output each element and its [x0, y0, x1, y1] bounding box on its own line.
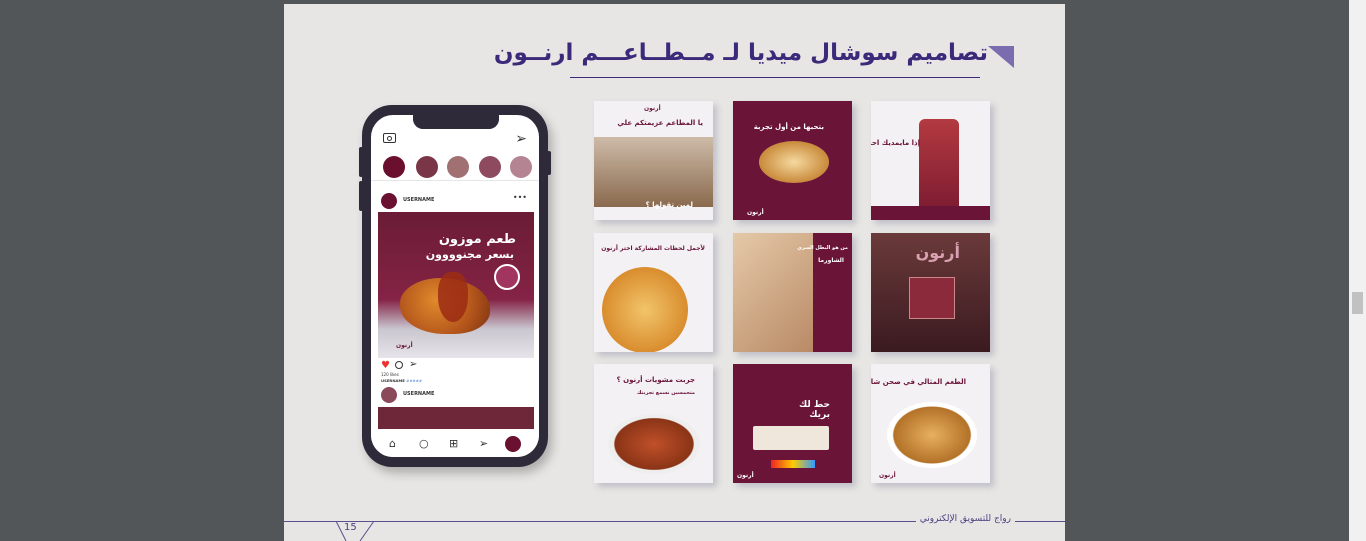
post-username: USERNAME [403, 197, 435, 203]
tile-caption: لأجمل لحظات المشاركة اختر أرنون [601, 245, 705, 252]
camera-icon [383, 133, 396, 143]
instagram-bottom-nav: ⌂ ○ ⊞ ➢ [371, 431, 539, 457]
send-icon: ➢ [479, 437, 489, 450]
phone-mockup: ➢ USERNAME ••• طعم موزون بسعر مجنوووون أ… [359, 105, 551, 467]
vertical-scrollbar[interactable] [1349, 0, 1366, 541]
brand-logo: أرنون [737, 472, 754, 479]
food-plate-image [759, 141, 829, 183]
delivery-apps-logos [771, 460, 815, 468]
heading-flag-icon [988, 46, 1014, 68]
tile-photo [594, 137, 713, 207]
shawarma-plate-image [887, 402, 977, 468]
grill-plate-image [608, 414, 700, 474]
profile-avatar [505, 436, 521, 452]
story-avatar [383, 156, 405, 178]
page-title: تصاميم سوشال ميديا لـ مــطــاعـــم ارنــ… [493, 40, 988, 66]
book-image [753, 426, 829, 450]
avatar [381, 193, 397, 209]
food-boxes-image [909, 277, 955, 319]
tile-caption: بتحبها من أول تجربة [753, 123, 824, 131]
search-icon: ○ [419, 437, 429, 450]
story-avatar [479, 156, 501, 178]
post-image [378, 407, 534, 429]
tile-subcaption: متحمسين نسمع تجربتك [636, 390, 695, 396]
post-headline: طعم موزون [438, 232, 516, 247]
pizza-image [602, 267, 688, 352]
phone-power-button [547, 151, 551, 175]
scrollbar-thumb[interactable] [1352, 292, 1363, 314]
design-tile-shawarma: من هو البطل السري الشاورما [733, 233, 852, 352]
post-header: USERNAME [371, 385, 539, 405]
design-tile-break: حط لك بريك أرنون [733, 364, 852, 483]
page-heading: تصاميم سوشال ميديا لـ مــطــاعـــم ارنــ… [494, 38, 1014, 80]
phone-notch [413, 115, 499, 129]
design-tile-boxes: أرنون [871, 233, 990, 352]
brand-logo: أرنون [644, 105, 661, 112]
avatar [381, 387, 397, 403]
post-caption: USERNAME ##### [381, 378, 422, 383]
tile-caption: الطعم المثالي في صحن شاورما [871, 378, 966, 386]
title-underline [570, 76, 980, 78]
design-tile-grills: جربت مشويات أرنون ؟ متحمسين نسمع تجربتك [594, 364, 713, 483]
design-tile-family-meal: يا المطاعم عزيمتكم علي لمين تقولها ؟ أرن… [594, 101, 713, 220]
story-avatar [416, 156, 438, 178]
page-number: 15 [344, 522, 357, 533]
tile-caption: من هو البطل السري [797, 245, 848, 251]
design-tile-delivery: إذا مايمديك احنا نجيك [871, 101, 990, 220]
brand-logo: أرنون [747, 209, 764, 216]
phone-screen: ➢ USERNAME ••• طعم موزون بسعر مجنوووون أ… [371, 115, 539, 457]
story-avatar [447, 156, 469, 178]
post-subheadline: بسعر مجنوووون [425, 248, 514, 261]
tile-footer-band [871, 206, 990, 220]
stories-row [371, 154, 539, 181]
share-icon: ➢ [409, 359, 418, 370]
caption-hashtags: ##### [406, 378, 423, 383]
design-tile-first-try: بتحبها من أول تجربة أرنون [733, 101, 852, 220]
direct-message-icon: ➢ [515, 131, 527, 147]
tile-caption: أرنون [915, 243, 960, 262]
likes-count: 120 likes [381, 372, 399, 377]
caption-username: USERNAME [381, 378, 405, 383]
design-tile-pizza: لأجمل لحظات المشاركة اختر أرنون [594, 233, 713, 352]
person-image [919, 119, 959, 215]
tile-caption: يا المطاعم عزيمتكم علي [617, 119, 703, 127]
post-username: USERNAME [403, 391, 435, 397]
instagram-topbar: ➢ [371, 131, 539, 151]
price-badge [494, 264, 520, 290]
tile-subcaption: لمين تقولها ؟ [645, 201, 693, 209]
tile-caption: جربت مشويات أرنون ؟ [616, 376, 695, 384]
phone-volume-button [359, 181, 363, 211]
tile-caption: إذا مايمديك احنا نجيك [871, 139, 920, 147]
add-post-icon: ⊞ [449, 437, 459, 450]
heart-icon: ♥ [381, 360, 390, 371]
home-icon: ⌂ [389, 437, 396, 450]
post-image: طعم موزون بسعر مجنوووون أرنون [378, 212, 534, 358]
comment-icon [395, 361, 403, 369]
phone-volume-button [359, 147, 363, 177]
tile-caption: حط لك بريك [798, 400, 830, 420]
brand-logo: أرنون [396, 342, 413, 349]
post-header: USERNAME ••• [371, 191, 539, 211]
document-page: تصاميم سوشال ميديا لـ مــطــاعـــم ارنــ… [284, 4, 1065, 541]
more-options-icon: ••• [512, 193, 527, 202]
brand-logo: أرنون [879, 472, 896, 479]
design-tile-perfect-taste: الطعم المثالي في صحن شاورما أرنون [871, 364, 990, 483]
sauce-drip [438, 272, 468, 322]
story-avatar [510, 156, 532, 178]
tile-subcaption: الشاورما [818, 257, 844, 264]
footer-brand-text: رواج للتسويق الإلكتروني [915, 514, 1015, 524]
